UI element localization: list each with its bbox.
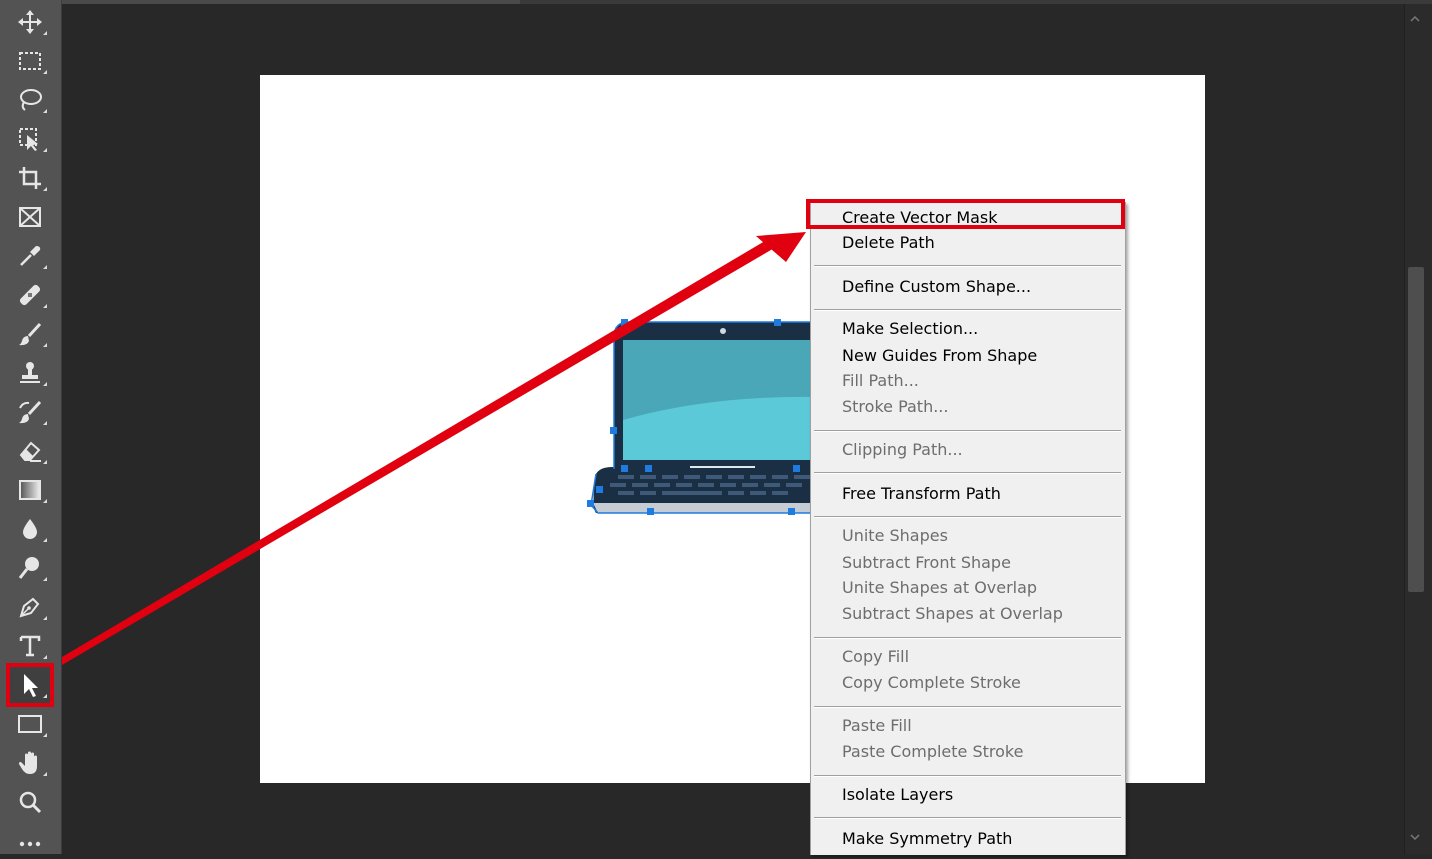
crop-tool[interactable] bbox=[10, 160, 50, 196]
submenu-corner bbox=[43, 733, 47, 737]
menu-item-free-transform-path[interactable]: Free Transform Path bbox=[842, 484, 1001, 504]
menu-separator bbox=[814, 472, 1121, 474]
blur-icon bbox=[23, 519, 37, 539]
menu-item-paste-fill: Paste Fill bbox=[842, 716, 912, 735]
eyedropper-tool[interactable] bbox=[10, 238, 50, 274]
scroll-up-icon[interactable] bbox=[1410, 14, 1420, 24]
path-selection-icon bbox=[24, 674, 38, 697]
submenu-corner bbox=[43, 304, 47, 308]
menu-separator bbox=[814, 637, 1121, 639]
pen-icon bbox=[19, 597, 40, 618]
menu-item-delete-path[interactable]: Delete Path bbox=[842, 233, 935, 253]
submenu-corner bbox=[43, 187, 47, 191]
menu-item-clipping-path: Clipping Path... bbox=[842, 440, 963, 459]
history-brush-tool[interactable] bbox=[10, 394, 50, 430]
submenu-corner bbox=[43, 382, 47, 386]
submenu-corner bbox=[43, 265, 47, 269]
menu-item-copy-fill: Copy Fill bbox=[842, 647, 910, 666]
healing-brush-tool[interactable] bbox=[10, 277, 50, 313]
move-tool[interactable] bbox=[10, 4, 50, 40]
submenu-corner bbox=[43, 421, 47, 425]
eyedropper-icon bbox=[20, 246, 41, 266]
lasso-tool[interactable] bbox=[10, 82, 50, 118]
zoom-tool[interactable] bbox=[10, 784, 50, 820]
menu-item-isolate-layers[interactable]: Isolate Layers bbox=[842, 785, 953, 805]
submenu-corner bbox=[43, 499, 47, 503]
menu-item-copy-complete-stroke: Copy Complete Stroke bbox=[842, 673, 1021, 692]
brush-icon bbox=[19, 322, 42, 346]
rectangle-tool[interactable] bbox=[10, 706, 50, 742]
clone-stamp-tool[interactable] bbox=[10, 355, 50, 391]
context-menu: Create Vector Mask Delete Path Define Cu… bbox=[810, 202, 1126, 855]
eraser-tool[interactable] bbox=[10, 433, 50, 469]
brush-tool[interactable] bbox=[10, 316, 50, 352]
menu-separator bbox=[814, 775, 1121, 777]
tools-panel bbox=[0, 0, 62, 854]
submenu-corner bbox=[43, 460, 47, 464]
frame-tool[interactable] bbox=[10, 199, 50, 235]
menu-separator bbox=[814, 706, 1121, 708]
submenu-corner bbox=[43, 343, 47, 347]
hand-icon bbox=[18, 751, 37, 774]
history-brush-icon bbox=[19, 400, 42, 424]
type-tool[interactable] bbox=[10, 628, 50, 664]
object-selection-tool[interactable] bbox=[10, 121, 50, 157]
menu-item-define-custom-shape[interactable]: Define Custom Shape... bbox=[842, 277, 1031, 297]
lasso-icon bbox=[20, 89, 42, 111]
pen-tool[interactable] bbox=[10, 589, 50, 625]
healing-brush-icon bbox=[19, 284, 41, 306]
menu-item-paste-complete-stroke: Paste Complete Stroke bbox=[842, 742, 1024, 761]
frame-icon bbox=[19, 207, 41, 227]
clone-stamp-icon bbox=[20, 362, 40, 383]
menu-item-unite-shapes-at-overlap: Unite Shapes at Overlap bbox=[842, 578, 1038, 597]
menu-item-fill-path: Fill Path... bbox=[842, 371, 919, 390]
submenu-corner bbox=[43, 148, 47, 152]
scrollbar-thumb[interactable] bbox=[1408, 267, 1424, 592]
zoom-icon bbox=[19, 791, 42, 814]
blur-tool[interactable] bbox=[10, 511, 50, 547]
menu-item-make-selection[interactable]: Make Selection... bbox=[842, 319, 978, 339]
vertical-scrollbar[interactable] bbox=[1404, 4, 1432, 854]
dodge-tool[interactable] bbox=[10, 550, 50, 586]
submenu-corner bbox=[43, 31, 47, 35]
dodge-icon bbox=[18, 557, 39, 579]
menu-separator bbox=[814, 309, 1121, 311]
scroll-down-icon[interactable] bbox=[1410, 832, 1420, 842]
menu-item-stroke-path: Stroke Path... bbox=[842, 397, 949, 416]
menu-item-new-guides-from-shape[interactable]: New Guides From Shape bbox=[842, 346, 1037, 366]
submenu-corner bbox=[43, 109, 47, 113]
type-icon bbox=[19, 635, 41, 657]
menu-item-make-symmetry-path[interactable]: Make Symmetry Path bbox=[842, 829, 1012, 849]
submenu-corner bbox=[43, 694, 47, 698]
submenu-corner bbox=[43, 616, 47, 620]
crop-icon bbox=[19, 167, 41, 189]
menu-separator bbox=[814, 817, 1121, 819]
submenu-corner bbox=[43, 772, 47, 776]
object-selection-icon bbox=[19, 128, 38, 151]
menu-separator bbox=[814, 516, 1121, 518]
move-icon bbox=[18, 10, 42, 34]
submenu-corner bbox=[43, 577, 47, 581]
rectangle-icon bbox=[18, 715, 42, 733]
menu-separator bbox=[814, 265, 1121, 267]
submenu-corner bbox=[43, 655, 47, 659]
submenu-corner bbox=[43, 70, 47, 74]
menu-item-subtract-front-shape: Subtract Front Shape bbox=[842, 553, 1011, 572]
more-tools-icon bbox=[19, 841, 41, 847]
menu-item-unite-shapes: Unite Shapes bbox=[842, 526, 948, 545]
menu-separator bbox=[814, 430, 1121, 432]
gradient-tool[interactable] bbox=[10, 472, 50, 508]
marquee-tool[interactable] bbox=[10, 43, 50, 79]
path-selection-tool[interactable] bbox=[6, 663, 54, 707]
hand-tool[interactable] bbox=[10, 745, 50, 781]
submenu-corner bbox=[43, 538, 47, 542]
menu-item-subtract-shapes-at-overlap: Subtract Shapes at Overlap bbox=[842, 604, 1063, 623]
highlight-box-menu-item bbox=[806, 199, 1125, 229]
eraser-icon bbox=[19, 441, 41, 462]
gradient-icon bbox=[19, 480, 41, 500]
marquee-icon bbox=[19, 52, 41, 70]
